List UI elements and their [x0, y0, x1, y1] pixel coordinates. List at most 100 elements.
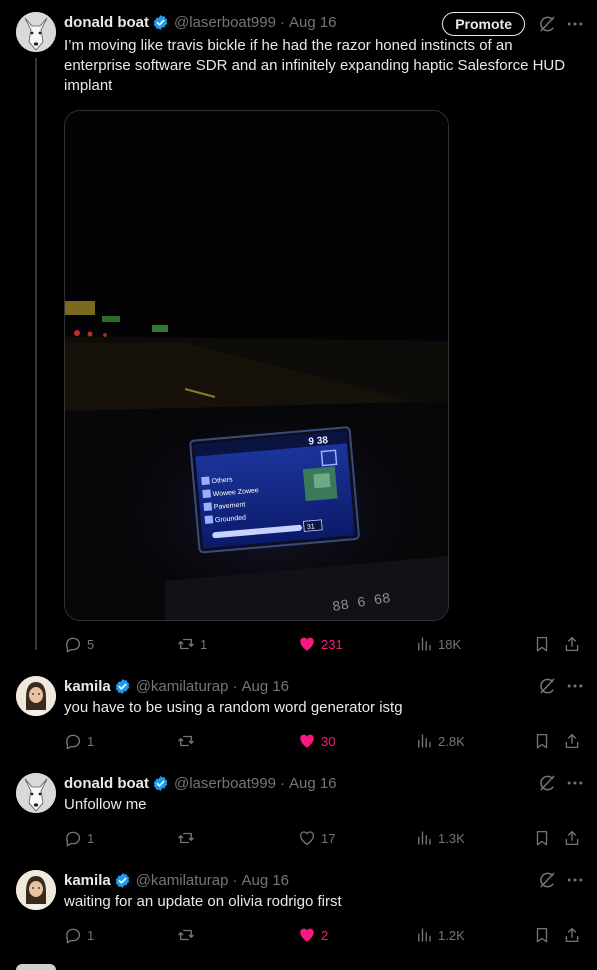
reply-tweet: kamila @kamilaturap · Aug 16 you have to… [0, 666, 597, 763]
like-button[interactable]: 17 [298, 828, 335, 848]
tweet-actions: 1 2 1.2K [64, 925, 584, 945]
share-icon [565, 636, 579, 652]
author-name[interactable]: donald boat [64, 775, 149, 792]
tweet-actions: 1 17 1.3K [64, 828, 584, 848]
bookmark-button[interactable] [533, 634, 551, 654]
heart-filled-icon [300, 928, 314, 942]
retweet-icon [178, 638, 194, 650]
bookmark-button[interactable] [533, 828, 551, 848]
author-name[interactable]: kamila [64, 872, 111, 889]
author-name[interactable]: donald boat [64, 14, 149, 31]
share-button[interactable] [563, 925, 581, 945]
avatar-donald-boat[interactable] [16, 773, 56, 813]
tweet-text: I’m moving like travis bickle if he had … [64, 37, 566, 94]
views-icon [418, 831, 431, 845]
retweet-button[interactable] [177, 828, 200, 848]
reply-icon [66, 637, 81, 653]
display-volume: 31 [307, 523, 315, 531]
like-count: 2 [321, 927, 329, 943]
separator-dot: · [279, 13, 285, 31]
heart-outline-icon [299, 831, 315, 846]
share-button[interactable] [563, 634, 581, 654]
retweet-button[interactable] [177, 731, 200, 751]
views-button[interactable]: 1.3K [415, 828, 465, 848]
bookmark-button[interactable] [533, 925, 551, 945]
grok-icon[interactable] [537, 773, 557, 793]
author-handle[interactable]: @kamilaturap [136, 872, 229, 889]
tweet-photo[interactable]: 9 38 Others Wowee Zowee Pavement Grounde… [64, 110, 449, 621]
views-icon [418, 928, 431, 942]
views-count: 1.2K [438, 927, 465, 943]
heart-filled-icon [300, 637, 314, 651]
more-options-icon[interactable] [565, 14, 585, 34]
reply-tweet: kamila @kamilaturap · Aug 16 waiting for… [0, 860, 597, 957]
tweet-text: waiting for an update on olivia rodrigo … [64, 893, 342, 910]
verified-badge-icon [114, 678, 131, 695]
verified-badge-icon [152, 14, 169, 31]
grok-icon[interactable] [537, 676, 557, 696]
reply-button[interactable]: 1 [64, 731, 94, 751]
tweet-text: you have to be using a random word gener… [64, 699, 403, 716]
reply-button[interactable]: 1 [64, 925, 94, 945]
like-count: 30 [321, 733, 336, 749]
heart-filled-icon [300, 734, 314, 748]
views-icon [418, 734, 431, 748]
author-handle[interactable]: @laserboat999 [174, 14, 276, 31]
share-button[interactable] [563, 731, 581, 751]
tweet-header: donald boat @laserboat999 · Aug 16 Promo… [64, 12, 585, 36]
tweet-date[interactable]: Aug 16 [289, 14, 337, 31]
promote-button[interactable]: Promote [442, 12, 525, 36]
tweet-text: Unfollow me [64, 796, 147, 813]
views-count: 18K [438, 636, 462, 652]
reply-button[interactable]: 5 [64, 634, 94, 654]
author-handle[interactable]: @kamilaturap [136, 678, 229, 695]
separator-dot: · [279, 774, 285, 792]
tweet-header: donald boat @laserboat999 · Aug 16 [64, 773, 585, 793]
separator-dot: · [232, 677, 238, 695]
avatar-kamila[interactable] [16, 676, 56, 716]
tweet-date[interactable]: Aug 16 [241, 678, 289, 695]
bookmark-button[interactable] [533, 731, 551, 751]
display-clock: 9 38 [308, 435, 329, 448]
bookmark-icon [536, 927, 548, 943]
author-handle[interactable]: @laserboat999 [174, 775, 276, 792]
bookmark-icon [536, 830, 548, 846]
like-button[interactable]: 2 [298, 925, 328, 945]
share-icon [565, 733, 579, 749]
tweet-header: kamila @kamilaturap · Aug 16 [64, 870, 585, 890]
views-count: 2.8K [438, 733, 465, 749]
retweet-icon [178, 735, 194, 747]
like-button[interactable]: 30 [298, 731, 335, 751]
avatar-kamila[interactable] [16, 870, 56, 910]
reply-count: 5 [87, 636, 95, 652]
retweet-count: 1 [200, 636, 208, 652]
share-icon [565, 927, 579, 943]
views-button[interactable]: 2.8K [415, 731, 465, 751]
reply-button[interactable]: 1 [64, 828, 94, 848]
views-count: 1.3K [438, 830, 465, 846]
tweet-date[interactable]: Aug 16 [289, 775, 337, 792]
more-options-icon[interactable] [565, 773, 585, 793]
tweet-actions: 5 1 231 18K [64, 634, 584, 654]
retweet-button[interactable] [177, 925, 200, 945]
views-button[interactable]: 1.2K [415, 925, 465, 945]
retweet-button[interactable]: 1 [177, 634, 207, 654]
views-button[interactable]: 18K [415, 634, 461, 654]
verified-badge-icon [114, 872, 131, 889]
share-button[interactable] [563, 828, 581, 848]
like-count: 231 [321, 636, 343, 652]
reply-count: 1 [87, 927, 95, 943]
avatar-next-partial[interactable] [16, 964, 56, 970]
grok-icon[interactable] [537, 14, 557, 34]
reply-count: 1 [87, 733, 95, 749]
reply-icon [66, 831, 81, 847]
share-icon [565, 830, 579, 846]
more-options-icon[interactable] [565, 676, 585, 696]
author-name[interactable]: kamila [64, 678, 111, 695]
like-count: 17 [321, 830, 336, 846]
avatar-donald-boat[interactable] [16, 12, 56, 52]
like-button[interactable]: 231 [298, 634, 343, 654]
tweet-date[interactable]: Aug 16 [241, 872, 289, 889]
grok-icon[interactable] [537, 870, 557, 890]
more-options-icon[interactable] [565, 870, 585, 890]
